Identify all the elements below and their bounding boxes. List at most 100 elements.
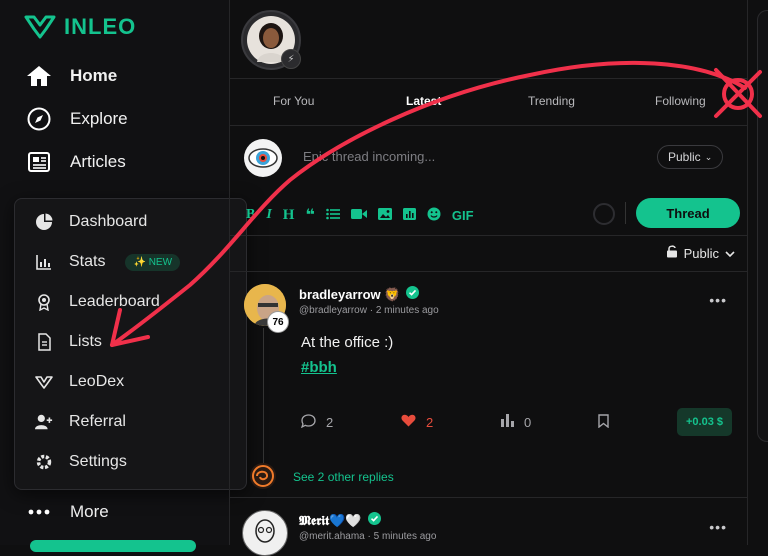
like-button[interactable]: 2 [401,414,433,430]
post-item: 𝕸𝖊𝖗𝖎𝖙💙🤍 @merit.ahama · 5 minutes ago ••• [230,498,747,556]
compass-icon [26,106,52,132]
eye-avatar-icon [247,142,279,174]
lightning-badge-icon: ⚡ [281,49,301,69]
bookmark-icon[interactable] [598,414,609,428]
nav-item-more[interactable]: More [26,499,109,525]
feed-visibility-label: Public [683,245,719,261]
post-options-icon[interactable]: ••• [709,519,727,535]
nav-label: Articles [70,152,126,171]
feed-tabs: For You Latest Trending Following [230,78,747,126]
votes-button[interactable]: 0 [501,414,531,430]
post-options-icon[interactable]: ••• [709,292,727,308]
chevron-down-icon: ⌄ [704,151,713,162]
menu-item-label: Referral [69,413,126,430]
heading-icon[interactable]: H [283,207,295,224]
gif-button[interactable]: GIF [452,208,474,223]
lock-icon [666,245,678,261]
verified-icon [406,286,420,304]
composer-input[interactable]: Epic thread incoming... [303,149,435,164]
medal-icon [35,293,53,311]
post-avatar[interactable] [242,510,288,556]
verified-icon [367,512,381,530]
document-icon [35,333,53,351]
menu-item-label: Lists [69,333,102,350]
comment-icon [300,414,316,431]
tab-trending[interactable]: Trending [528,94,575,108]
list-icon[interactable] [326,208,340,223]
emoji-icon[interactable] [427,207,441,224]
post-hashtag[interactable]: #bbh [301,359,337,376]
thread-composer: Epic thread incoming... Public ⌄ B I H ❝ [230,125,747,236]
tab-latest[interactable]: Latest [406,94,441,108]
bold-icon[interactable]: B [246,207,255,223]
comment-button[interactable]: 2 [300,414,334,431]
thread-line [263,328,264,463]
bar-chart-icon [501,414,514,430]
quote-icon[interactable]: ❝ [305,205,314,225]
menu-item-stats[interactable]: Stats ✨ NEW [35,253,181,271]
reply-avatar[interactable] [250,463,276,489]
bar-chart-icon [35,253,53,271]
image-icon[interactable] [377,207,392,223]
publish-button-partial[interactable] [30,540,196,552]
more-dots-icon [26,499,52,525]
user-plus-icon [35,413,53,431]
post-handle: @bradleyarrow · 2 minutes ago [299,305,439,316]
leo-icon [35,373,53,391]
tab-for-you[interactable]: For You [273,94,314,108]
menu-item-label: LeoDex [69,373,125,390]
see-replies-link[interactable]: See 2 other replies [293,470,394,484]
nav-label: Home [70,66,118,85]
composer-avatar [244,139,282,177]
tab-following[interactable]: Following [655,94,706,108]
chart-icon[interactable] [402,207,416,223]
main-feed: ⚡ For You Latest Trending Following Epic… [230,0,747,556]
vote-count: 0 [524,414,532,430]
post-header: bradleyarrow 🦁 [299,286,420,304]
post-header: 𝕸𝖊𝖗𝖎𝖙💙🤍 [299,512,381,530]
menu-item-leaderboard[interactable]: Leaderboard [35,293,160,311]
nav-item-explore[interactable]: Explore [26,106,128,132]
nav-label: Explore [70,109,128,128]
nav-item-articles[interactable]: Articles [26,149,126,175]
nav-item-home[interactable]: Home [26,63,117,89]
newspaper-icon [26,149,52,175]
thread-submit-button[interactable]: Thread [636,198,740,228]
italic-icon[interactable]: I [266,207,271,223]
menu-item-referral[interactable]: Referral [35,413,126,431]
char-counter-ring [593,203,615,225]
column-divider [747,0,748,545]
menu-item-label: Stats [69,253,106,270]
post-handle: @merit.ahama · 5 minutes ago [299,531,437,542]
toolbar-separator [625,202,626,224]
video-icon[interactable] [350,208,367,223]
menu-item-lists[interactable]: Lists [35,333,102,351]
post-item: 76 bradleyarrow 🦁 @bradleyarrow · 2 minu… [230,272,747,498]
brand-name: INLEO [64,14,137,39]
new-badge: ✨ NEW [125,253,181,271]
visibility-select[interactable]: Public ⌄ [657,145,724,169]
menu-item-label: Leaderboard [69,293,160,310]
right-panel-edge [757,10,768,442]
post-username[interactable]: bradleyarrow 🦁 [299,287,400,303]
reputation-badge: 76 [267,311,289,333]
pie-chart-icon [35,213,53,231]
visibility-label: Public [668,150,701,164]
inleo-logo[interactable]: INLEO [24,14,136,40]
comment-count: 2 [326,415,334,430]
gear-icon [35,453,53,471]
menu-item-leodex[interactable]: LeoDex [35,373,124,391]
feed-visibility-select[interactable]: Public [666,245,735,261]
menu-item-settings[interactable]: Settings [35,453,127,471]
chevron-down-icon [725,246,735,261]
feed-visibility-row: Public [230,236,747,272]
menu-item-label: Dashboard [69,213,148,230]
post-text: At the office :) [301,334,394,351]
composer-toolbar: B I H ❝ GIF [246,205,474,225]
menu-item-dashboard[interactable]: Dashboard [35,213,147,231]
like-count: 2 [426,414,434,430]
home-icon [26,63,52,89]
heart-icon [401,414,416,430]
post-username[interactable]: 𝕸𝖊𝖗𝖎𝖙💙🤍 [299,513,362,529]
earnings-badge[interactable]: +0.03 $ [677,408,732,436]
